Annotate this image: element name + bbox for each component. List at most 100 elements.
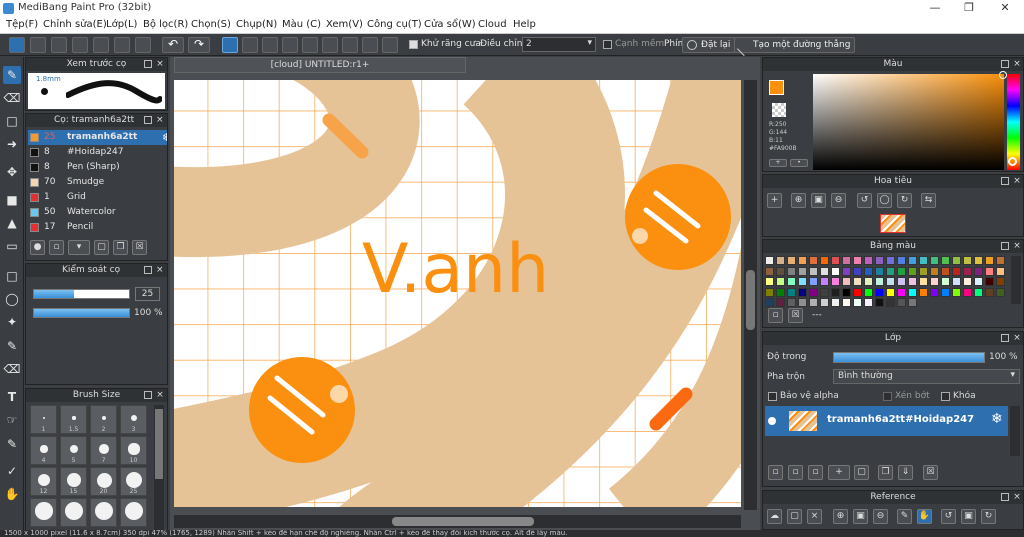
adjust-select[interactable]: 2 ▾ xyxy=(522,37,596,52)
layer-scrollbar[interactable] xyxy=(1010,406,1020,456)
palette-swatch[interactable] xyxy=(941,287,950,297)
brush-size-cell[interactable]: 1.5 xyxy=(60,405,87,434)
parallel-snap-icon[interactable] xyxy=(242,37,258,53)
menu-layer[interactable]: Lớp(L) xyxy=(106,19,137,30)
popout-icon[interactable] xyxy=(144,116,152,124)
delete-layer-icon[interactable]: ☒ xyxy=(923,465,938,480)
palette-swatch[interactable] xyxy=(787,266,796,276)
layer-settings-icon[interactable]: ❄ xyxy=(991,411,1003,427)
close-panel-icon[interactable]: × xyxy=(1013,334,1021,343)
palette-swatch[interactable] xyxy=(897,277,906,286)
popout-icon[interactable] xyxy=(1001,177,1009,185)
cross-snap-icon[interactable] xyxy=(262,37,278,53)
menu-help[interactable]: Help xyxy=(513,19,536,30)
add-palette-color-icon[interactable]: ▫ xyxy=(768,308,783,323)
brush-size-cell[interactable] xyxy=(120,498,147,527)
brush-size-cell[interactable]: 10 xyxy=(120,436,147,465)
brush-size-cell[interactable]: 25 xyxy=(120,467,147,496)
ref-rotate-right-icon[interactable]: ↻ xyxy=(981,509,996,524)
palette-swatch[interactable] xyxy=(908,287,917,297)
magic-wand-icon[interactable]: ✦ xyxy=(3,313,21,331)
circle-snap-icon[interactable] xyxy=(362,37,378,53)
popout-icon[interactable] xyxy=(144,266,152,274)
palette-swatch[interactable] xyxy=(919,277,928,286)
palette-swatch[interactable] xyxy=(809,298,818,307)
palette-swatch[interactable] xyxy=(919,266,928,276)
close-panel-icon[interactable]: × xyxy=(1013,60,1021,69)
duplicate-layer-icon[interactable]: ❐ xyxy=(878,465,893,480)
palette-swatch[interactable] xyxy=(853,266,862,276)
close-panel-icon[interactable]: × xyxy=(156,116,164,125)
palette-scrollbar[interactable] xyxy=(1011,256,1021,304)
palette-swatch[interactable] xyxy=(787,298,796,307)
brush-size-scrollbar[interactable] xyxy=(154,405,164,535)
palette-swatch[interactable] xyxy=(886,266,895,276)
palette-swatch[interactable] xyxy=(875,298,884,307)
cloud-icon[interactable] xyxy=(9,37,25,53)
delete-brush-icon[interactable]: ☒ xyxy=(132,240,147,255)
palette-swatch[interactable] xyxy=(842,298,851,307)
palette-swatch[interactable] xyxy=(864,266,873,276)
picker-cursor[interactable] xyxy=(999,71,1007,79)
brush-size-cell[interactable] xyxy=(30,498,57,527)
bucket-tool-icon[interactable]: ▲ xyxy=(3,214,21,232)
palette-swatch[interactable] xyxy=(996,266,1005,276)
close-panel-icon[interactable]: × xyxy=(156,266,164,275)
palette-swatch[interactable] xyxy=(831,277,840,286)
palette-swatch[interactable] xyxy=(941,256,950,265)
soft-edge-checkbox[interactable] xyxy=(603,40,612,49)
cloud-open-icon[interactable]: ☁ xyxy=(767,509,782,524)
palette-swatch[interactable] xyxy=(842,266,851,276)
delete-palette-color-icon[interactable]: ☒ xyxy=(788,308,803,323)
palette-swatch[interactable] xyxy=(875,277,884,286)
menu-edit[interactable]: Chỉnh sửa(E) xyxy=(43,19,107,30)
brush-size-cell[interactable]: 12 xyxy=(30,467,57,496)
layer-opacity-slider[interactable] xyxy=(833,352,985,363)
navigator-thumbnail[interactable] xyxy=(880,214,906,233)
palette-swatch[interactable] xyxy=(776,287,785,297)
antialias-checkbox[interactable] xyxy=(409,40,418,49)
palette-swatch[interactable] xyxy=(985,277,994,286)
palette-swatch[interactable] xyxy=(875,266,884,276)
rotate-right-icon[interactable]: ↻ xyxy=(897,193,912,208)
palette-swatch[interactable] xyxy=(930,256,939,265)
snap-off-icon[interactable] xyxy=(222,37,238,53)
add-color-icon[interactable]: + xyxy=(769,159,787,167)
minimize-button[interactable]: — xyxy=(918,0,952,17)
palette-swatch[interactable] xyxy=(886,256,895,265)
transparent-color[interactable] xyxy=(772,103,786,117)
brush-size-cell[interactable]: 20 xyxy=(90,467,117,496)
palette-swatch[interactable] xyxy=(798,266,807,276)
saturation-value-picker[interactable] xyxy=(813,71,1007,170)
open-reference-icon[interactable]: ▢ xyxy=(787,509,802,524)
palette-swatch[interactable] xyxy=(941,266,950,276)
palette-swatch[interactable] xyxy=(974,256,983,265)
palette-swatch[interactable] xyxy=(820,298,829,307)
close-panel-icon[interactable]: × xyxy=(156,391,164,400)
brush-size-cell[interactable]: 3 xyxy=(120,405,147,434)
merge-layer-icon[interactable]: ⇓ xyxy=(898,465,913,480)
ref-eyedropper-icon[interactable]: ✎ xyxy=(897,509,912,524)
palette-swatch[interactable] xyxy=(897,298,906,307)
palette-swatch[interactable] xyxy=(787,277,796,286)
palette-swatch[interactable] xyxy=(908,266,917,276)
flip-icon[interactable]: ⇆ xyxy=(921,193,936,208)
popout-icon[interactable] xyxy=(144,60,152,68)
vertical-scroll-thumb[interactable] xyxy=(746,270,755,330)
palette-swatch[interactable] xyxy=(809,277,818,286)
brush-list-item[interactable]: 8 #Hoidap247 xyxy=(28,145,167,160)
reset-rotate-icon[interactable]: ◯ xyxy=(877,193,892,208)
new-halftone-layer-icon[interactable]: ▫ xyxy=(788,465,803,480)
palette-swatch[interactable] xyxy=(787,287,796,297)
palette-swatch[interactable] xyxy=(831,256,840,265)
select-tool-icon[interactable]: □ xyxy=(3,267,21,285)
operation-tool-icon[interactable]: ☞ xyxy=(3,411,21,429)
popout-icon[interactable] xyxy=(1001,493,1009,501)
palette-swatch[interactable] xyxy=(809,256,818,265)
palette-swatch[interactable] xyxy=(842,277,851,286)
palette-swatch[interactable] xyxy=(765,287,774,297)
palette-swatch[interactable] xyxy=(930,266,939,276)
add-brush-icon[interactable]: ● xyxy=(30,240,45,255)
palette-swatch[interactable] xyxy=(897,266,906,276)
palette-swatch[interactable] xyxy=(919,256,928,265)
